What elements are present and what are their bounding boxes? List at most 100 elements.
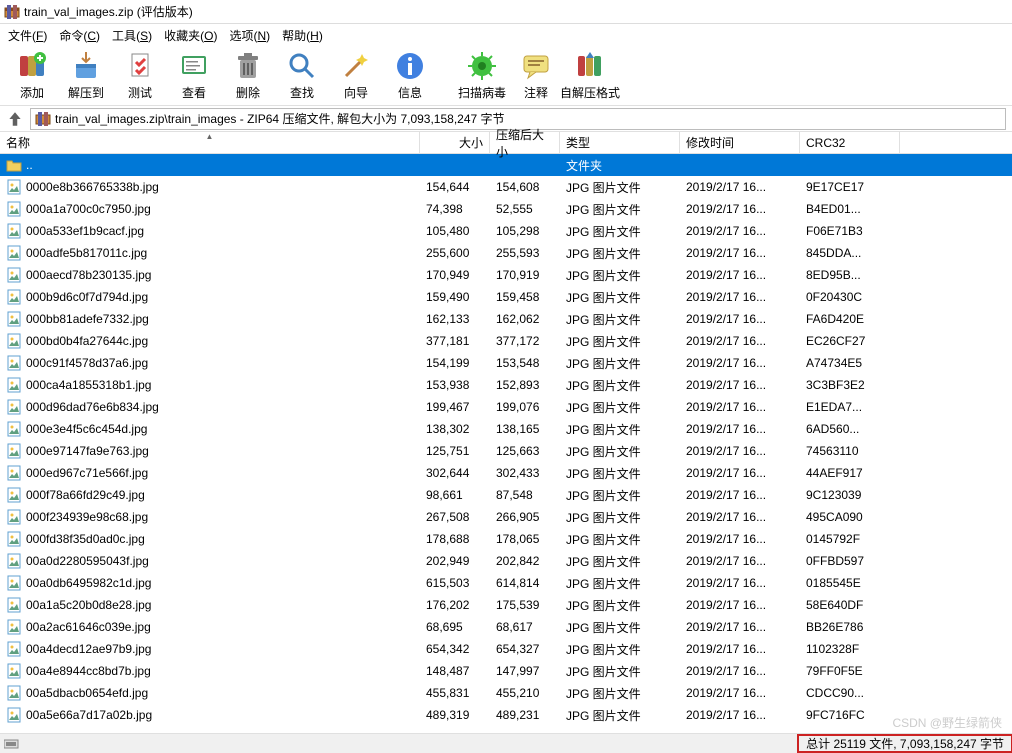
file-row[interactable]: 00a4e8944cc8bd7b.jpg148,487147,997JPG 图片… (0, 660, 1012, 682)
delete-button[interactable]: 删除 (224, 48, 272, 104)
file-crc: 9C123039 (800, 488, 900, 502)
menu-help[interactable]: 帮助(H) (276, 25, 329, 46)
file-row[interactable]: 000b9d6c0f7d794d.jpg159,490159,458JPG 图片… (0, 286, 1012, 308)
file-row[interactable]: 000c91f4578d37a6.jpg154,199153,548JPG 图片… (0, 352, 1012, 374)
file-row[interactable]: 000fd38f35d0ad0c.jpg178,688178,065JPG 图片… (0, 528, 1012, 550)
file-row[interactable]: 000f234939e98c68.jpg267,508266,905JPG 图片… (0, 506, 1012, 528)
header-name[interactable]: ▲ 名称 (0, 132, 420, 153)
file-row[interactable]: 000bd0b4fa27644c.jpg377,181377,172JPG 图片… (0, 330, 1012, 352)
jpg-icon (6, 707, 22, 723)
status-icon (0, 738, 24, 750)
file-row[interactable]: 00a4decd12ae97b9.jpg654,342654,327JPG 图片… (0, 638, 1012, 660)
header-date[interactable]: 修改时间 (680, 132, 800, 153)
file-row[interactable]: 000aecd78b230135.jpg170,949170,919JPG 图片… (0, 264, 1012, 286)
file-crc: F06E71B3 (800, 224, 900, 238)
file-row[interactable]: 000d96dad76e6b834.jpg199,467199,076JPG 图… (0, 396, 1012, 418)
file-row[interactable]: 00a2ac61646c039e.jpg68,69568,617JPG 图片文件… (0, 616, 1012, 638)
sort-indicator: ▲ (206, 132, 214, 141)
info-button[interactable]: 信息 (386, 48, 434, 104)
file-packed: 138,165 (490, 422, 560, 436)
up-button[interactable] (6, 110, 24, 128)
file-crc: 9E17CE17 (800, 180, 900, 194)
file-date: 2019/2/17 16... (680, 312, 800, 326)
file-size: 654,342 (420, 642, 490, 656)
header-packed[interactable]: 压缩后大小 (490, 132, 560, 153)
header-size[interactable]: 大小 (420, 132, 490, 153)
add-button[interactable]: 添加 (8, 48, 56, 104)
info-icon (394, 50, 426, 82)
file-date: 2019/2/17 16... (680, 532, 800, 546)
header-type[interactable]: 类型 (560, 132, 680, 153)
header-crc[interactable]: CRC32 (800, 132, 900, 153)
file-row[interactable]: 00a5dbacb0654efd.jpg455,831455,210JPG 图片… (0, 682, 1012, 704)
file-date: 2019/2/17 16... (680, 180, 800, 194)
extract-button[interactable]: 解压到 (62, 48, 110, 104)
file-crc: CDCC90... (800, 686, 900, 700)
title-bar: train_val_images.zip (评估版本) (0, 0, 1012, 24)
file-date: 2019/2/17 16... (680, 268, 800, 282)
file-row[interactable]: 000f78a66fd29c49.jpg98,66187,548JPG 图片文件… (0, 484, 1012, 506)
virus-button[interactable]: 扫描病毒 (458, 48, 506, 104)
file-row[interactable]: 000bb81adefe7332.jpg162,133162,062JPG 图片… (0, 308, 1012, 330)
file-row[interactable]: 000e97147fa9e763.jpg125,751125,663JPG 图片… (0, 440, 1012, 462)
parent-dir-type: 文件夹 (560, 157, 680, 174)
file-row[interactable]: 00a5e66a7d17a02b.jpg 489,319489,231JPG 图片… (0, 704, 1012, 726)
file-packed: 105,298 (490, 224, 560, 238)
file-packed: 170,919 (490, 268, 560, 282)
jpg-icon (6, 641, 22, 657)
menu-tools[interactable]: 工具(S) (106, 25, 158, 46)
file-row[interactable]: 000ed967c71e566f.jpg302,644302,433JPG 图片… (0, 462, 1012, 484)
file-packed: 489,231 (490, 708, 560, 722)
file-name: 000d96dad76e6b834.jpg (26, 400, 159, 414)
menu-favorites[interactable]: 收藏夹(O) (158, 25, 223, 46)
file-row[interactable]: 00a0db6495982c1d.jpg615,503614,814JPG 图片… (0, 572, 1012, 594)
file-name: 000f234939e98c68.jpg (26, 510, 148, 524)
file-size: 138,302 (420, 422, 490, 436)
file-name: 00a4decd12ae97b9.jpg (26, 642, 151, 656)
file-date: 2019/2/17 16... (680, 202, 800, 216)
view-button[interactable]: 查看 (170, 48, 218, 104)
menu-options[interactable]: 选项(N) (223, 25, 276, 46)
file-size: 615,503 (420, 576, 490, 590)
file-list[interactable]: .. 文件夹 0000e8b366765338b.jpg154,644154,6… (0, 154, 1012, 734)
wizard-button[interactable]: 向导 (332, 48, 380, 104)
file-crc: 9FC716FC (800, 708, 900, 722)
file-date: 2019/2/17 16... (680, 642, 800, 656)
file-row[interactable]: 000a1a700c0c7950.jpg74,39852,555JPG 图片文件… (0, 198, 1012, 220)
file-row[interactable]: 000e3e4f5c6c454d.jpg138,302138,165JPG 图片… (0, 418, 1012, 440)
file-type: JPG 图片文件 (560, 707, 680, 724)
file-size: 176,202 (420, 598, 490, 612)
file-name: 000bb81adefe7332.jpg (26, 312, 149, 326)
file-type: JPG 图片文件 (560, 553, 680, 570)
file-row[interactable]: 000ca4a1855318b1.jpg153,938152,893JPG 图片… (0, 374, 1012, 396)
file-packed: 455,210 (490, 686, 560, 700)
file-row[interactable]: 000adfe5b817011c.jpg255,600255,593JPG 图片… (0, 242, 1012, 264)
sfx-button[interactable]: 自解压格式 (566, 48, 614, 104)
test-button[interactable]: 测试 (116, 48, 164, 104)
file-type: JPG 图片文件 (560, 509, 680, 526)
menu-file[interactable]: 文件(F) (2, 25, 53, 46)
file-crc: BB26E786 (800, 620, 900, 634)
find-button[interactable]: 查找 (278, 48, 326, 104)
file-date: 2019/2/17 16... (680, 356, 800, 370)
menu-command[interactable]: 命令(C) (53, 25, 106, 46)
file-row[interactable]: 0000e8b366765338b.jpg154,644154,608JPG 图… (0, 176, 1012, 198)
file-name: 00a5e66a7d17a02b.jpg (26, 708, 152, 722)
file-row[interactable]: 00a1a5c20b0d8e28.jpg176,202175,539JPG 图片… (0, 594, 1012, 616)
file-name: 000b9d6c0f7d794d.jpg (26, 290, 148, 304)
file-row[interactable]: 00a0d2280595043f.jpg202,949202,842JPG 图片… (0, 550, 1012, 572)
jpg-icon (6, 333, 22, 349)
file-type: JPG 图片文件 (560, 531, 680, 548)
file-packed: 147,997 (490, 664, 560, 678)
file-size: 489,319 (420, 708, 490, 722)
file-size: 159,490 (420, 290, 490, 304)
file-packed: 614,814 (490, 576, 560, 590)
file-size: 199,467 (420, 400, 490, 414)
file-crc: 0FFBD597 (800, 554, 900, 568)
file-name: 00a0db6495982c1d.jpg (26, 576, 151, 590)
jpg-icon (6, 421, 22, 437)
jpg-icon (6, 355, 22, 371)
file-packed: 302,433 (490, 466, 560, 480)
comment-button[interactable]: 注释 (512, 48, 560, 104)
file-row[interactable]: 000a533ef1b9cacf.jpg105,480105,298JPG 图片… (0, 220, 1012, 242)
